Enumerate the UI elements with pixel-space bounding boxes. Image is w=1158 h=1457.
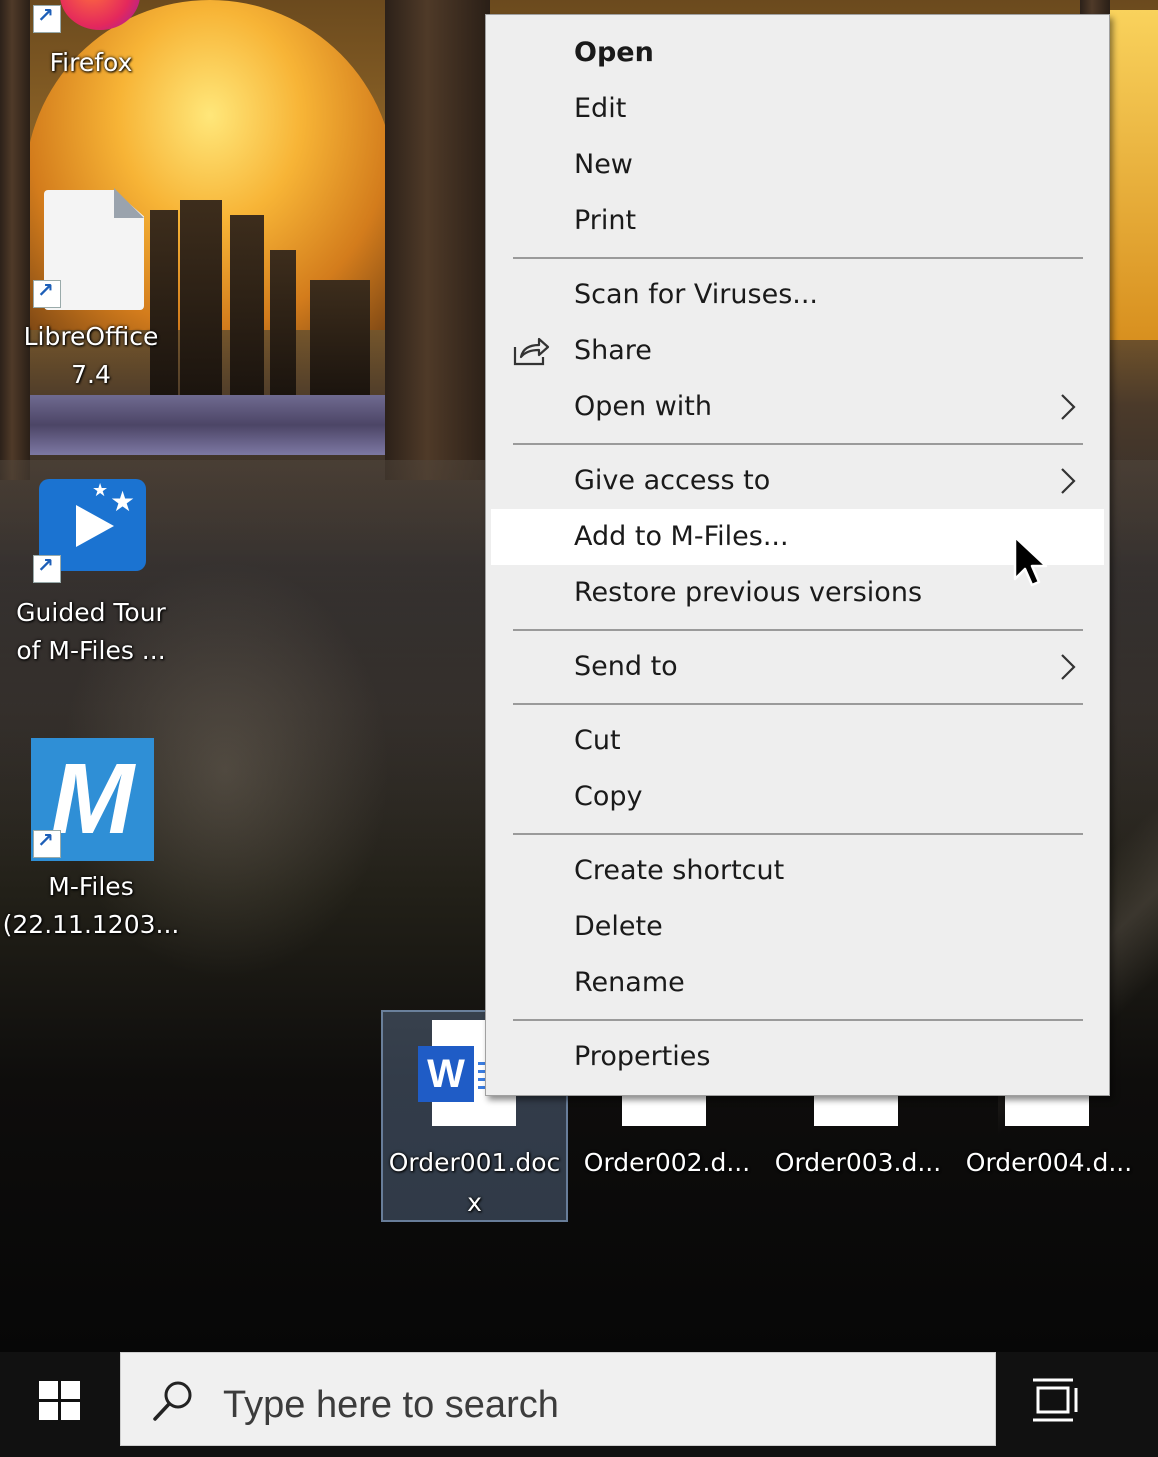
menu-item-label: Rename	[574, 967, 685, 998]
menu-item-label: Give access to	[574, 465, 771, 496]
menu-item-delete[interactable]: Delete	[491, 899, 1104, 955]
wallpaper-water	[30, 395, 390, 455]
menu-item-label: Restore previous versions	[574, 577, 923, 608]
wallpaper-sky-right	[1110, 10, 1158, 340]
file-label: Order002.d...	[583, 1148, 751, 1177]
menu-item-label: Delete	[574, 911, 663, 942]
star-icon: ★	[110, 485, 136, 518]
menu-item-rename[interactable]: Rename	[491, 955, 1104, 1011]
menu-item-print[interactable]: Print	[491, 193, 1104, 249]
menu-item-label: Copy	[574, 781, 643, 812]
menu-item-copy[interactable]: Copy	[491, 769, 1104, 825]
wallpaper-building	[270, 250, 296, 395]
desktop-icon-label: LibreOffice 7.4	[23, 322, 159, 389]
wallpaper-building	[230, 215, 264, 395]
menu-item-cut[interactable]: Cut	[491, 713, 1104, 769]
menu-separator	[513, 257, 1083, 259]
menu-item-share[interactable]: Share	[491, 323, 1104, 379]
menu-separator	[513, 1019, 1083, 1021]
menu-item-label: Open	[574, 37, 654, 68]
menu-item-properties[interactable]: Properties	[491, 1029, 1104, 1085]
wallpaper-pillar	[385, 0, 490, 480]
file-label: Order003.d...	[774, 1148, 942, 1177]
desktop-icon-label: Guided Tour of M-Files ...	[16, 598, 166, 665]
taskbar: Type here to search	[0, 1352, 1158, 1446]
menu-item-label: Print	[574, 205, 637, 236]
desktop-icon-label: Firefox	[49, 48, 133, 77]
menu-separator	[513, 703, 1083, 705]
menu-item-label: Share	[574, 335, 652, 366]
file-label: Order004.d...	[965, 1148, 1133, 1177]
file-label: Order001.doc x	[388, 1148, 561, 1217]
chevron-right-icon	[1061, 654, 1076, 680]
share-icon	[513, 337, 550, 366]
menu-item-scan-for-viruses[interactable]: Scan for Viruses...	[491, 267, 1104, 323]
search-icon	[153, 1381, 192, 1421]
menu-item-label: Open with	[574, 391, 712, 422]
menu-item-label: Scan for Viruses...	[574, 279, 819, 310]
menu-separator	[513, 443, 1083, 445]
start-button[interactable]	[0, 1352, 120, 1446]
menu-item-open[interactable]: Open	[491, 25, 1104, 81]
shortcut-arrow-icon	[33, 828, 61, 858]
menu-item-label: New	[574, 149, 633, 180]
taskbar-search-box[interactable]: Type here to search	[120, 1352, 996, 1446]
shortcut-arrow-icon	[33, 553, 61, 583]
menu-separator	[513, 629, 1083, 631]
wallpaper-building	[310, 280, 370, 395]
task-view-icon[interactable]	[1030, 1376, 1084, 1424]
star-icon: ★	[92, 480, 109, 501]
mouse-cursor-icon	[1013, 535, 1048, 587]
chevron-right-icon	[1061, 468, 1076, 494]
menu-item-open-with[interactable]: Open with	[491, 379, 1104, 435]
shortcut-arrow-icon	[33, 3, 61, 33]
wallpaper-building	[180, 200, 222, 395]
windows-logo-icon	[39, 1381, 81, 1421]
menu-item-create-shortcut[interactable]: Create shortcut	[491, 843, 1104, 899]
menu-item-label: Send to	[574, 651, 678, 682]
menu-item-label: Properties	[574, 1041, 711, 1072]
menu-item-label: Edit	[574, 93, 627, 124]
menu-item-send-to[interactable]: Send to	[491, 639, 1104, 695]
play-icon	[76, 505, 114, 547]
shortcut-arrow-icon	[33, 278, 61, 308]
chevron-right-icon	[1061, 394, 1076, 420]
menu-item-new[interactable]: New	[491, 137, 1104, 193]
word-badge-icon: W	[418, 1046, 474, 1102]
search-placeholder: Type here to search	[223, 1384, 559, 1426]
menu-item-label: Add to M-Files...	[574, 521, 789, 552]
menu-item-label: Cut	[574, 725, 621, 756]
menu-item-label: Create shortcut	[574, 855, 785, 886]
desktop-icon-label: M-Files (22.11.1203...	[2, 872, 180, 939]
menu-item-give-access-to[interactable]: Give access to	[491, 453, 1104, 509]
menu-item-edit[interactable]: Edit	[491, 81, 1104, 137]
menu-separator	[513, 833, 1083, 835]
